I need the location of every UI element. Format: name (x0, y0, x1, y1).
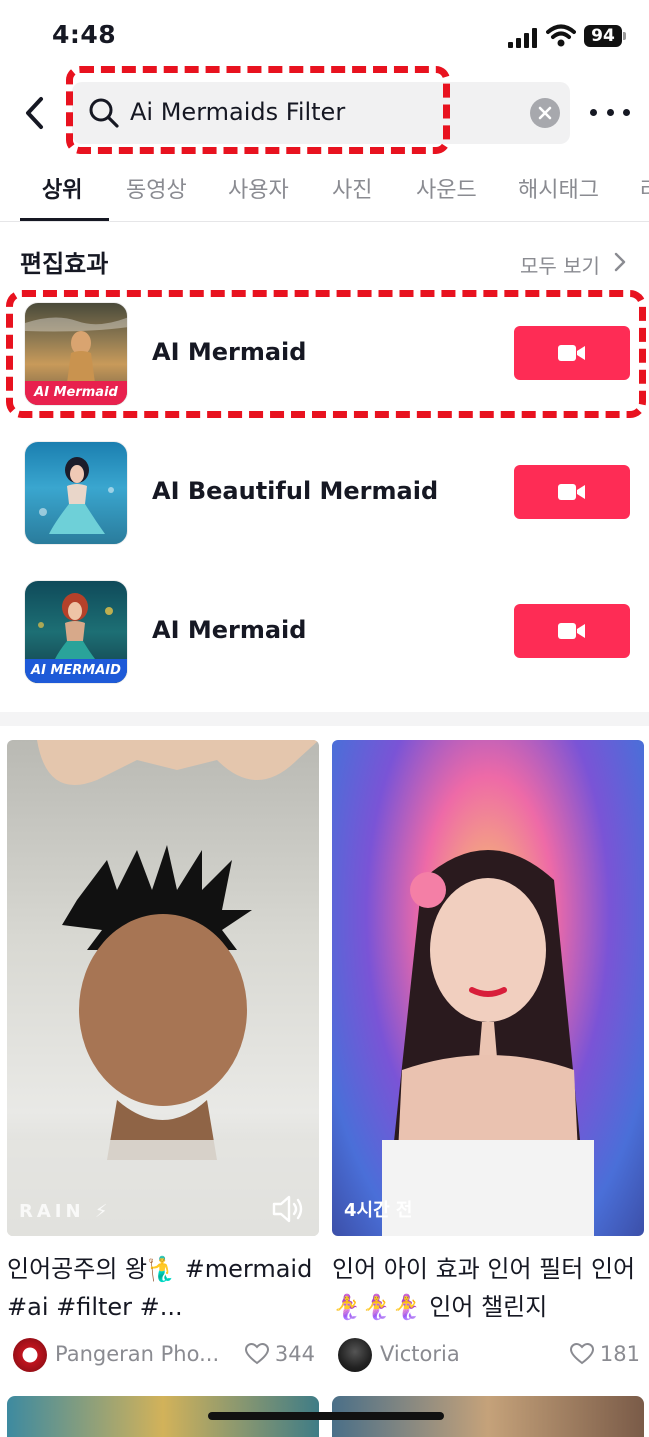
volume-icon[interactable] (271, 1194, 305, 1224)
video-thumbnail[interactable]: 4시간 전 (332, 740, 644, 1236)
video-meta: Pangeran Pho... 344 (7, 1336, 319, 1376)
record-with-effect-button[interactable] (514, 604, 630, 658)
tab-photos[interactable]: 사진 (332, 172, 372, 204)
video-card[interactable]: RAIN ⚡ 인어공주의 왕🧜‍♂️ #mermaid #ai #filter … (7, 740, 319, 1376)
man-with-spiky-hair-icon (7, 740, 319, 1236)
effect-name: AI Mermaid (152, 616, 307, 644)
video-caption: 인어공주의 왕🧜‍♂️ #mermaid #ai #filter #... (7, 1255, 313, 1321)
tab-top[interactable]: 상위 (42, 172, 82, 204)
woman-portrait-icon (382, 850, 594, 1236)
battery-nub (623, 32, 626, 40)
video-camera-icon (558, 484, 585, 500)
search-icon (89, 98, 119, 128)
heart-icon (569, 1343, 594, 1365)
close-icon (538, 106, 552, 120)
active-tab-indicator (20, 218, 109, 221)
see-all-link[interactable]: 모두 보기 (520, 250, 600, 279)
effect-item[interactable]: AI Mermaid AI Mermaid (0, 294, 649, 412)
battery-indicator: 94 (584, 25, 622, 47)
author-name[interactable]: Victoria (380, 1342, 560, 1366)
effect-item[interactable]: AI MERMAID AI Mermaid (0, 572, 649, 690)
tab-videos[interactable]: 동영상 (126, 172, 187, 204)
effect-thumb-label: AI MERMAID (25, 659, 127, 683)
cellular-signal-icon (508, 28, 537, 48)
mermaid-figure-icon (39, 457, 114, 534)
like-count-value: 181 (599, 1342, 640, 1366)
video-camera-icon (558, 623, 585, 639)
video-meta: Victoria 181 (332, 1336, 644, 1376)
dot (606, 108, 614, 116)
dot (590, 108, 597, 116)
chevron-right-icon[interactable] (612, 252, 628, 272)
effect-item[interactable]: AI Beautiful Mermaid (0, 433, 649, 551)
video-timestamp: 4시간 전 (344, 1200, 413, 1221)
author-name[interactable]: Pangeran Pho... (55, 1342, 235, 1366)
effect-name: AI Mermaid (152, 338, 307, 366)
tab-hashtags[interactable]: 해시태그 (518, 172, 599, 204)
home-indicator (208, 1412, 444, 1420)
effect-thumbnail (24, 441, 128, 545)
like-count: 344 (244, 1342, 315, 1366)
search-input[interactable]: Ai Mermaids Filter (72, 82, 570, 144)
heart-icon (244, 1343, 269, 1365)
section-divider (0, 712, 649, 726)
video-thumbnail[interactable]: RAIN ⚡ (7, 740, 319, 1236)
tab-users[interactable]: 사용자 (228, 172, 289, 204)
like-count-value: 344 (274, 1342, 315, 1366)
more-options-button[interactable] (590, 96, 630, 128)
status-time: 4:48 (52, 20, 117, 49)
wifi-icon (546, 24, 576, 47)
effect-thumb-label: AI Mermaid (25, 381, 127, 405)
video-caption: 인어 아이 효과 인어 필터 인어 🧜‍♀️🧜‍♀️🧜‍♀️ 인어 챌린지 (332, 1255, 636, 1321)
effect-thumbnail: AI Mermaid (24, 302, 128, 406)
like-count: 181 (569, 1342, 640, 1366)
dot (623, 108, 630, 116)
video-card[interactable]: 4시간 전 인어 아이 효과 인어 필터 인어 🧜‍♀️🧜‍♀️🧜‍♀️ 인어 … (332, 740, 644, 1376)
avatar[interactable] (338, 1338, 372, 1372)
tab-live[interactable]: 라 (640, 172, 649, 204)
video-camera-icon (558, 345, 585, 361)
back-button[interactable] (14, 90, 54, 136)
effects-section-title: 편집효과 (20, 250, 109, 278)
record-with-effect-button[interactable] (514, 465, 630, 519)
clear-search-button[interactable] (530, 98, 560, 128)
effect-thumbnail: AI MERMAID (24, 580, 128, 684)
avatar[interactable] (13, 1338, 47, 1372)
tab-sounds[interactable]: 사운드 (416, 172, 477, 204)
record-with-effect-button[interactable] (514, 326, 630, 380)
effect-name: AI Beautiful Mermaid (152, 477, 439, 505)
chevron-left-icon (26, 97, 43, 129)
search-tabs: 상위 동영상 사용자 사진 사운드 해시태그 라 (0, 160, 649, 222)
video-overlay-text: RAIN ⚡ (19, 1201, 112, 1222)
search-query: Ai Mermaids Filter (130, 98, 346, 126)
status-bar: 4:48 94 (0, 0, 649, 72)
